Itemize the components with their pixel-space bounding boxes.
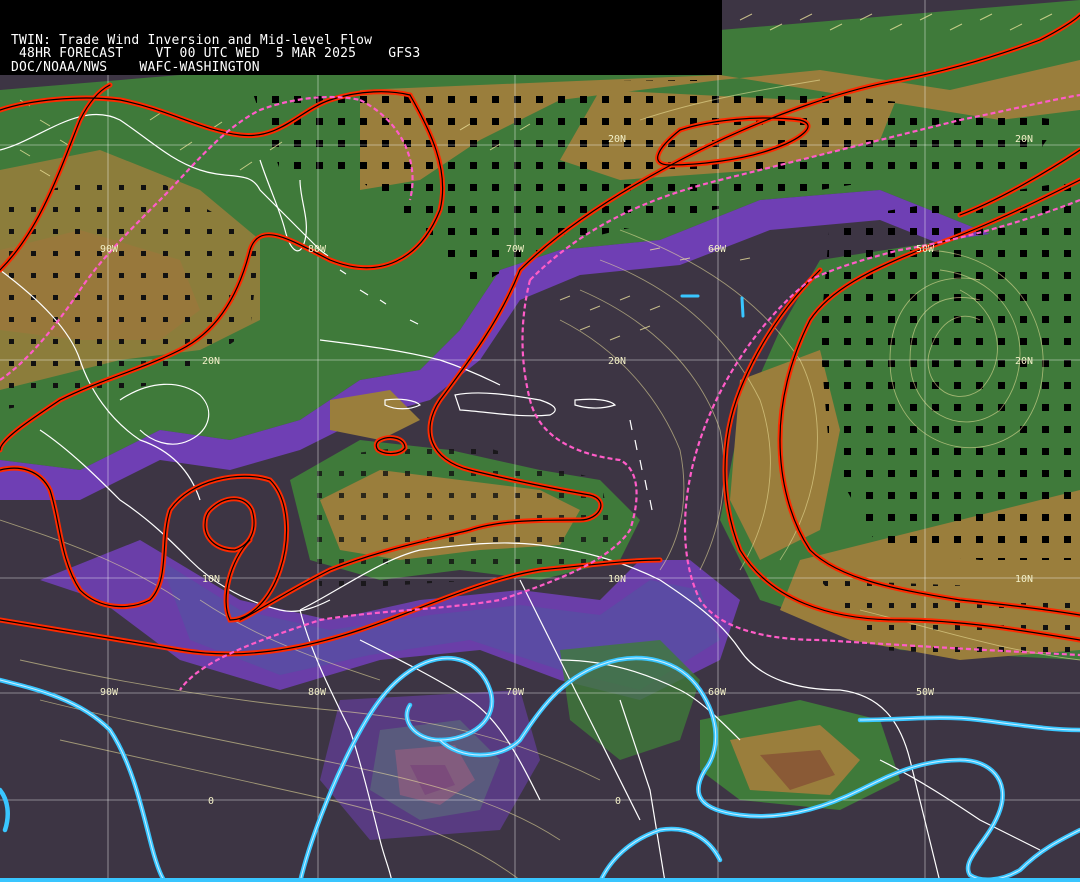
lon-label-60w-north: 60W — [708, 244, 727, 255]
lat-label-20n-c: 20N — [1015, 356, 1033, 367]
lat-label-0-b: 0 — [615, 796, 621, 807]
lat-label-20n-e: 20N — [1015, 134, 1033, 145]
lon-label-90w-north: 90W — [100, 244, 119, 255]
cyan-small-2 — [740, 296, 745, 318]
lon-label-70w-north: 70W — [506, 244, 525, 255]
lat-label-20n-d: 20N — [608, 134, 626, 145]
lon-label-80w-north: 80W — [308, 244, 327, 255]
lon-label-90w-south: 90W — [100, 687, 119, 698]
lat-label-10n-a: 10N — [202, 574, 220, 585]
lon-label-70w-south: 70W — [506, 687, 525, 698]
lat-label-10n-c: 10N — [1015, 574, 1033, 585]
lat-label-20n-a: 20N — [202, 356, 220, 367]
lon-label-50w-south: 50W — [916, 687, 935, 698]
lon-label-60w-south: 60W — [708, 687, 727, 698]
lon-label-80w-south: 80W — [308, 687, 327, 698]
twin-forecast-map: 90W 80W 70W 60W 50W 90W 80W 70W 60W 50W … — [0, 0, 1080, 882]
lat-label-0-a: 0 — [208, 796, 214, 807]
header-forecast-time: 48HR FORECAST VT 00 UTC WED 5 MAR 2025 G… — [11, 46, 421, 61]
chart-header: TWIN: Trade Wind Inversion and Mid-level… — [0, 0, 722, 75]
header-source: DOC/NOAA/NWS WAFC-WASHINGTON — [11, 60, 260, 75]
lon-label-50w-north: 50W — [916, 244, 935, 255]
lat-label-10n-b: 10N — [608, 574, 626, 585]
lat-label-20n-b: 20N — [608, 356, 626, 367]
